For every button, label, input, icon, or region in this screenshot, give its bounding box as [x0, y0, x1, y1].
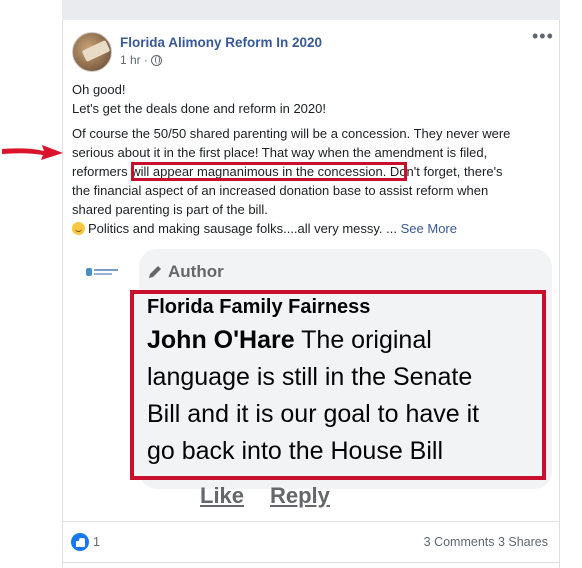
page-name-link[interactable]: Florida Alimony Reform In 2020 — [120, 35, 322, 50]
comment-org-name[interactable]: Florida Family Fairness — [147, 296, 370, 319]
divider — [62, 562, 560, 563]
post-text-line: shared parenting is part of the bill. — [72, 202, 268, 217]
post-text-last-line: Politics and making sausage folks....all… — [72, 219, 457, 239]
like-icon[interactable] — [71, 533, 89, 551]
comment-text-line: Bill and it is our goal to have it — [147, 400, 480, 428]
comment-reply-button[interactable]: Reply — [270, 483, 330, 509]
comment-text-line: language is still in the Senate — [147, 363, 473, 391]
author-label: Author — [168, 262, 224, 281]
org-logo-icon — [86, 268, 118, 276]
smile-emoji-icon — [72, 222, 85, 235]
see-more-link[interactable]: See More — [401, 221, 457, 236]
post-text-line: serious about it in the first place! Tha… — [72, 145, 488, 160]
meta-separator: · — [143, 53, 148, 67]
post-time[interactable]: 1 hr — [120, 53, 141, 67]
globe-icon — [150, 54, 162, 66]
comment-text-line: The original — [294, 326, 432, 354]
red-arrow-icon — [2, 145, 63, 160]
post-text-line: the financial aspect of an increased don… — [72, 183, 489, 198]
post-text-line: Let's get the deals done and reform in 2… — [72, 101, 326, 116]
page-avatar[interactable] — [72, 32, 112, 72]
comment-text-line: go back into the House Bill — [147, 437, 444, 465]
reaction-count[interactable]: 1 — [93, 535, 100, 549]
divider — [62, 521, 560, 522]
post-meta: 1 hr · — [120, 53, 162, 67]
post-text-line: Oh good! — [72, 82, 126, 97]
pencil-icon — [149, 266, 161, 278]
comment-body: John O'Hare The original language is sti… — [147, 322, 542, 470]
post-text-line: Of course the 50/50 shared parenting wil… — [72, 126, 511, 141]
commenter-name[interactable]: John O'Hare — [147, 326, 295, 354]
author-badge: Author — [147, 262, 224, 282]
comment-like-button[interactable]: Like — [200, 483, 244, 509]
more-options-icon[interactable]: ••• — [532, 26, 554, 47]
post-text-line: Politics and making sausage folks....all… — [88, 221, 397, 236]
highlight-box — [131, 162, 407, 181]
feed-background-band — [62, 0, 560, 20]
post-stats[interactable]: 3 Comments 3 Shares — [424, 535, 548, 549]
